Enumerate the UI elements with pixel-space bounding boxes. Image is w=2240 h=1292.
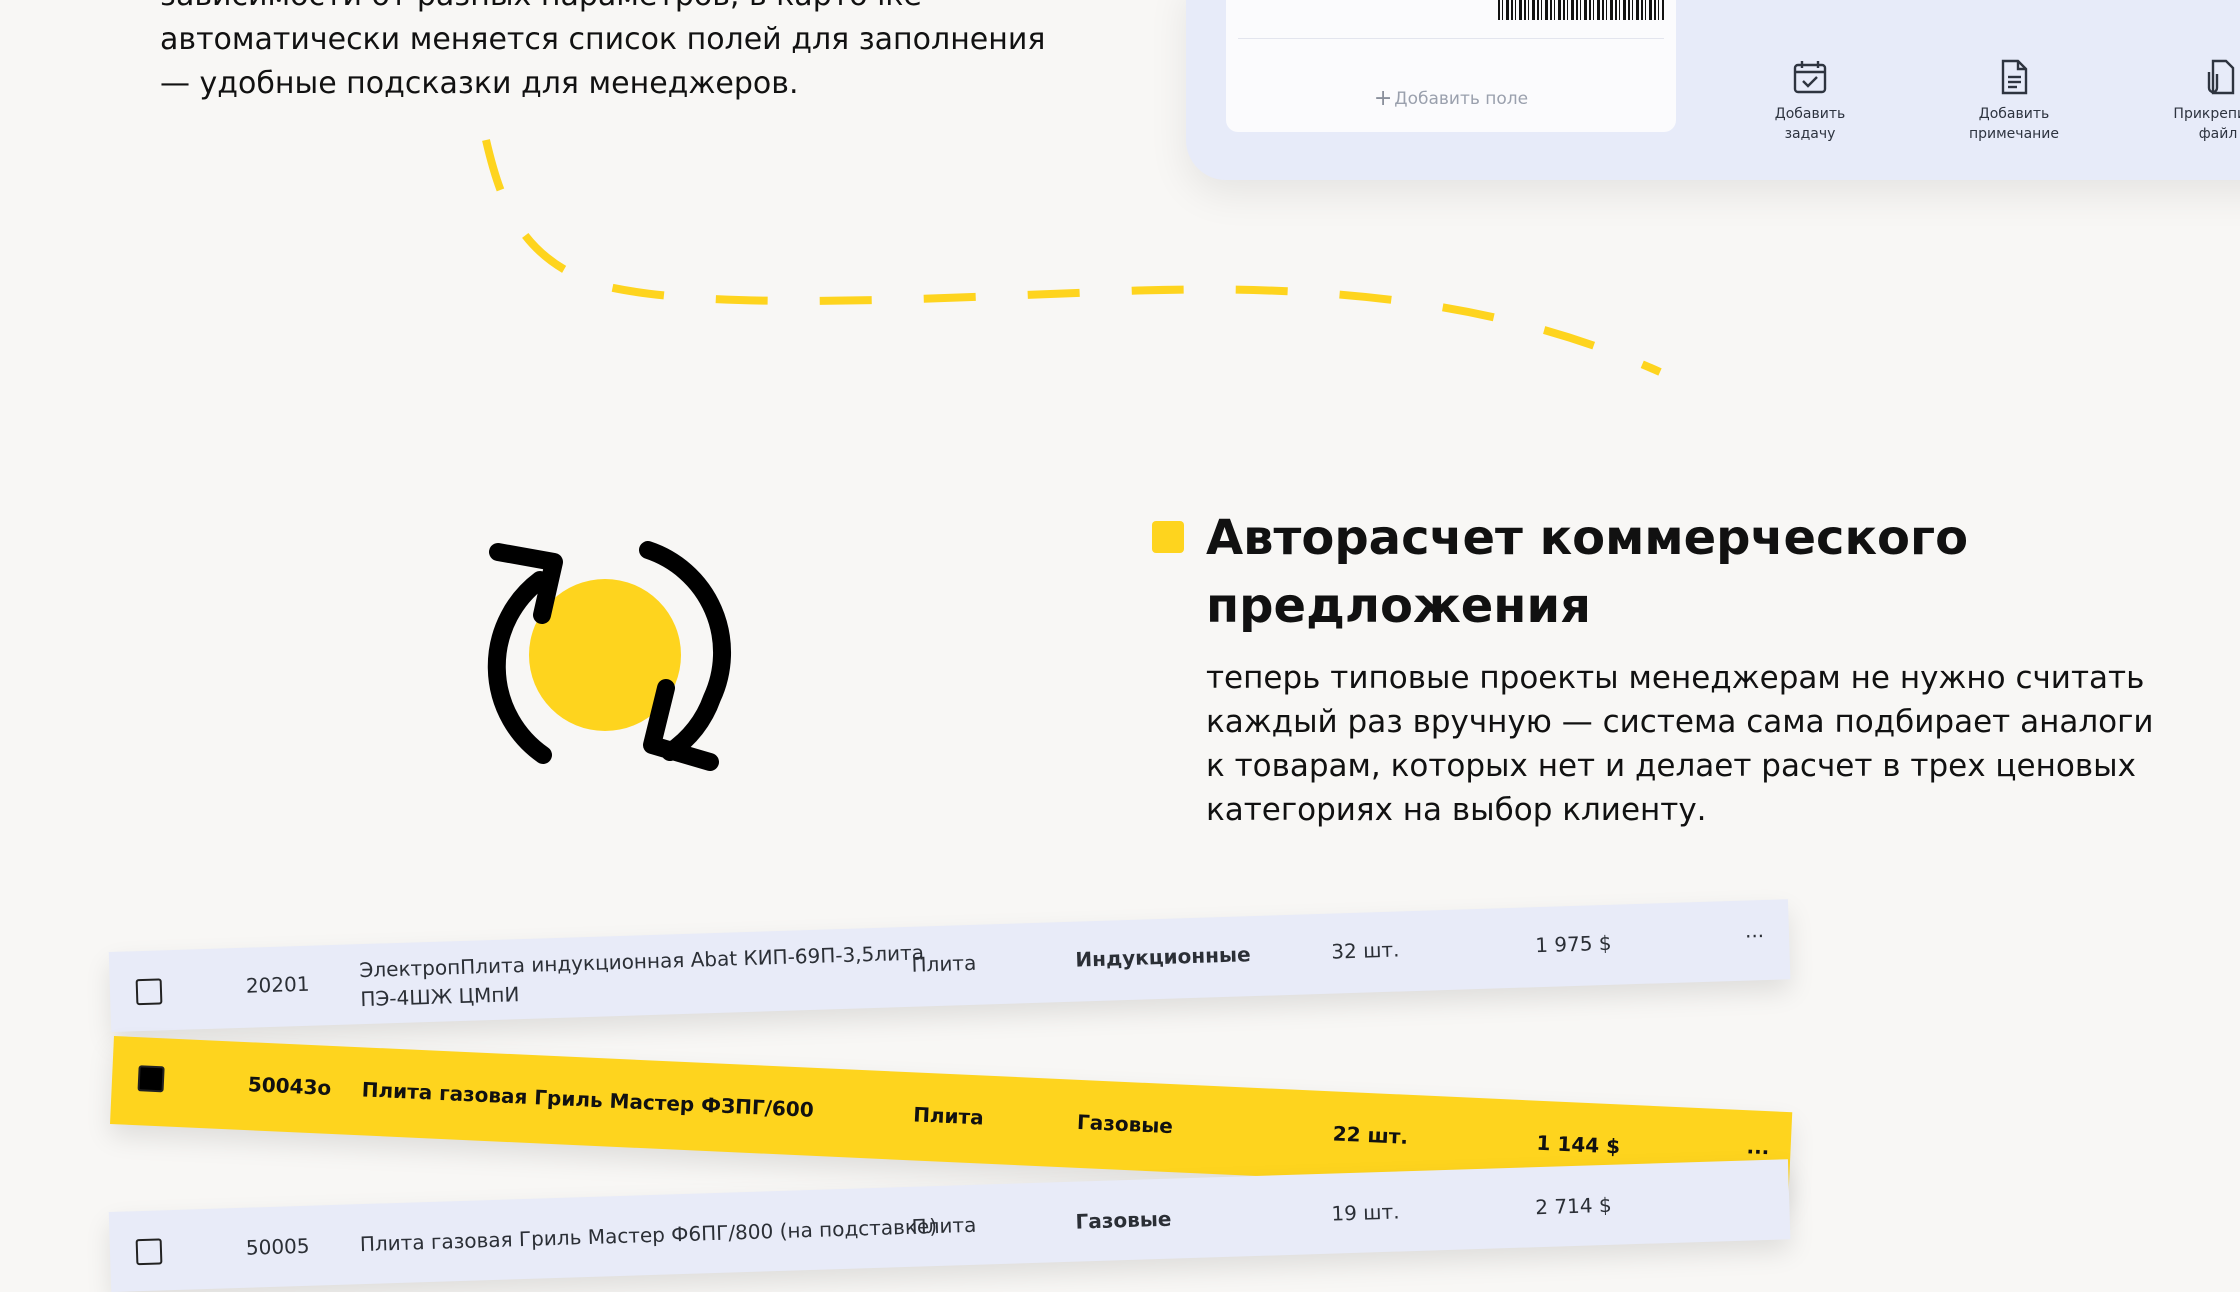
product-name: ЭлектропПлита индукционная Abat КИП-69П-… bbox=[359, 938, 925, 1014]
product-name: Плита газовая Гриль Мастер Ф6ПГ/800 (на … bbox=[359, 1214, 938, 1257]
feature-title-line-2: предложения bbox=[1206, 578, 1591, 634]
row-checkbox[interactable] bbox=[135, 1238, 163, 1266]
refresh-icon bbox=[487, 541, 732, 771]
dashed-connector-line bbox=[482, 139, 1662, 376]
table-row[interactable]: 50005 Плита газовая Гриль Мастер Ф6ПГ/80… bbox=[108, 1159, 1791, 1292]
product-quantity: 22 шт. bbox=[1332, 1121, 1409, 1149]
product-type: Плита bbox=[911, 1212, 977, 1239]
table-row[interactable]: 20201 ЭлектропПлита индукционная Abat КИ… bbox=[108, 899, 1791, 1032]
product-quantity: 19 шт. bbox=[1331, 1199, 1400, 1226]
feature-title-line-1: Авторасчет коммерческого bbox=[1206, 510, 1969, 566]
product-price: 2 714 $ bbox=[1534, 1192, 1612, 1220]
bullet-marker bbox=[1152, 521, 1184, 553]
product-price: 1 975 $ bbox=[1534, 930, 1612, 958]
product-code: 20201 bbox=[245, 971, 310, 998]
product-quantity: 32 шт. bbox=[1330, 937, 1400, 964]
product-name-line-1: ЭлектропПлита индукционная Abat КИП-69П-… bbox=[359, 940, 925, 983]
product-code: 50005 bbox=[245, 1233, 310, 1260]
product-name-line-2: ПЭ-4ШЖ ЦМпИ bbox=[359, 982, 520, 1012]
feature-description: теперь типовые проекты менеджерам не нуж… bbox=[1206, 660, 2154, 828]
product-category: Индукционные bbox=[1075, 942, 1251, 972]
product-category: Газовые bbox=[1076, 1109, 1174, 1139]
more-options-button[interactable]: ... bbox=[1746, 1134, 1770, 1159]
product-price: 1 144 $ bbox=[1536, 1130, 1621, 1159]
row-checkbox[interactable] bbox=[135, 978, 163, 1006]
product-code: 50043о bbox=[247, 1072, 332, 1100]
more-options-button[interactable]: ... bbox=[1745, 918, 1765, 943]
feature-title: Авторасчет коммерческого предложения bbox=[1206, 504, 2106, 640]
product-category: Газовые bbox=[1075, 1206, 1172, 1234]
product-name: Плита газовая Гриль Мастер ФЗПГ/600 bbox=[361, 1077, 815, 1122]
product-type: Плита bbox=[911, 950, 977, 977]
row-checkbox[interactable] bbox=[137, 1065, 165, 1093]
product-type: Плита bbox=[912, 1102, 985, 1130]
